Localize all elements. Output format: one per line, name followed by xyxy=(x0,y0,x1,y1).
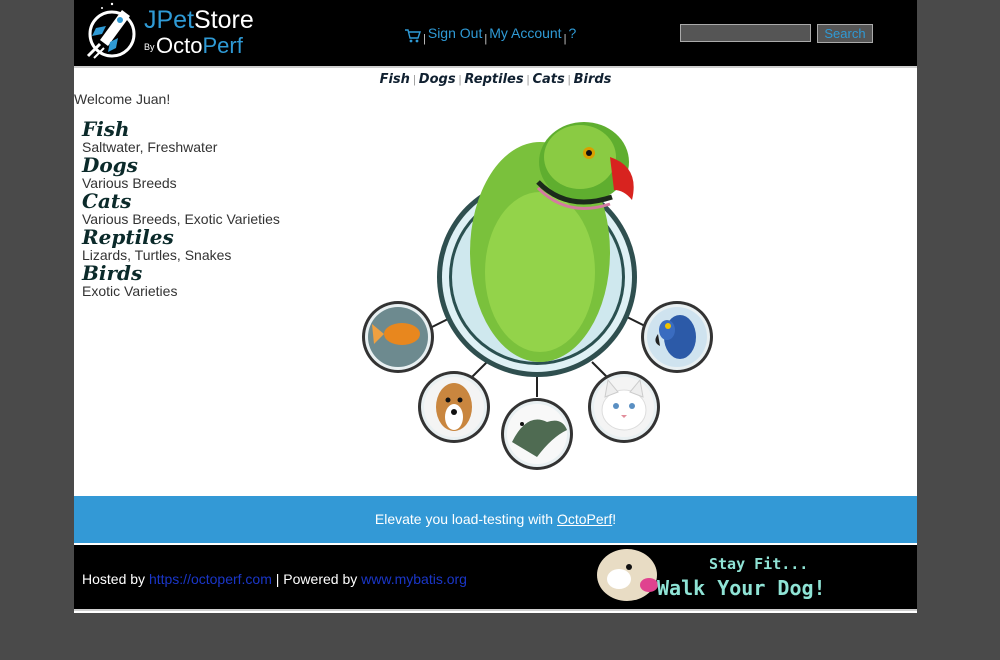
sidebar-link-cats[interactable]: Cats xyxy=(82,190,322,212)
reptile-image[interactable] xyxy=(501,398,573,470)
sidebar-category-dogs: Dogs Various Breeds xyxy=(82,154,322,190)
cat-image[interactable] xyxy=(588,371,660,443)
rocket-icon xyxy=(86,2,136,59)
logo-by: By xyxy=(144,42,155,52)
cart-icon[interactable] xyxy=(405,29,421,43)
sidebar-link-fish[interactable]: Fish xyxy=(82,118,322,140)
logo[interactable]: JPetStore By OctoPerf xyxy=(82,2,262,62)
category-description: Saltwater, Freshwater xyxy=(82,139,218,155)
quicklink-reptiles[interactable]: Reptiles xyxy=(464,72,523,87)
walk-your-dog-ad[interactable]: Stay Fit... Walk Your Dog! xyxy=(589,545,859,609)
octoperf-link[interactable]: OctoPerf xyxy=(557,511,612,527)
sidebar-link-reptiles[interactable]: Reptiles xyxy=(82,226,322,248)
category-description: Lizards, Turtles, Snakes xyxy=(82,247,232,263)
footer: Hosted by https://octoperf.com | Powered… xyxy=(74,545,917,611)
logo-jpetstore: JPetStore xyxy=(144,6,254,34)
sidebar-category-fish: Fish Saltwater, Freshwater xyxy=(82,118,322,154)
sidebar: Fish Saltwater, Freshwater Dogs Various … xyxy=(82,118,322,298)
sidebar-link-dogs[interactable]: Dogs xyxy=(82,154,322,176)
main-pet-image-map xyxy=(362,122,713,470)
logo-octoperf: OctoPerf xyxy=(156,33,243,58)
category-description: Exotic Varieties xyxy=(82,283,178,299)
hosted-by-link[interactable]: https://octoperf.com xyxy=(149,571,272,587)
header: JPetStore By OctoPerf | Sign Out | My Accou… xyxy=(74,0,917,68)
ad-line-1: Stay Fit... xyxy=(709,555,808,573)
search-input[interactable] xyxy=(680,24,811,42)
sign-out-link[interactable]: Sign Out xyxy=(428,25,482,41)
ad-line-2: Walk Your Dog! xyxy=(657,576,826,600)
sidebar-category-reptiles: Reptiles Lizards, Turtles, Snakes xyxy=(82,226,322,262)
powered-by-link[interactable]: www.mybatis.org xyxy=(361,571,467,587)
help-link[interactable]: ? xyxy=(568,25,576,41)
header-menu: | Sign Out | My Account |? xyxy=(405,25,576,45)
quicklink-birds[interactable]: Birds xyxy=(574,72,612,87)
page-container: JPetStore By OctoPerf | Sign Out | My Accou… xyxy=(74,0,917,613)
fish-image[interactable] xyxy=(362,301,434,373)
my-account-link[interactable]: My Account xyxy=(489,25,561,41)
sidebar-category-cats: Cats Various Breeds, Exotic Varieties xyxy=(82,190,322,226)
sidebar-category-birds: Birds Exotic Varieties xyxy=(82,262,322,298)
quicklink-fish[interactable]: Fish xyxy=(380,72,410,87)
promo-banner: Elevate you load-testing with OctoPerf! xyxy=(74,496,917,543)
quicklink-cats[interactable]: Cats xyxy=(532,72,564,87)
footer-credits: Hosted by https://octoperf.com | Powered… xyxy=(82,571,467,587)
quicklink-dogs[interactable]: Dogs xyxy=(419,72,456,87)
bird-image[interactable] xyxy=(641,301,713,373)
category-description: Various Breeds, Exotic Varieties xyxy=(82,211,280,227)
category-description: Various Breeds xyxy=(82,175,177,191)
search-button[interactable]: Search xyxy=(817,24,873,43)
dog-image[interactable] xyxy=(418,371,490,443)
quick-links: Fish | Dogs | Reptiles | Cats | Birds xyxy=(379,72,612,87)
welcome-message: Welcome Juan! xyxy=(74,91,171,107)
sidebar-link-birds[interactable]: Birds xyxy=(82,262,322,284)
